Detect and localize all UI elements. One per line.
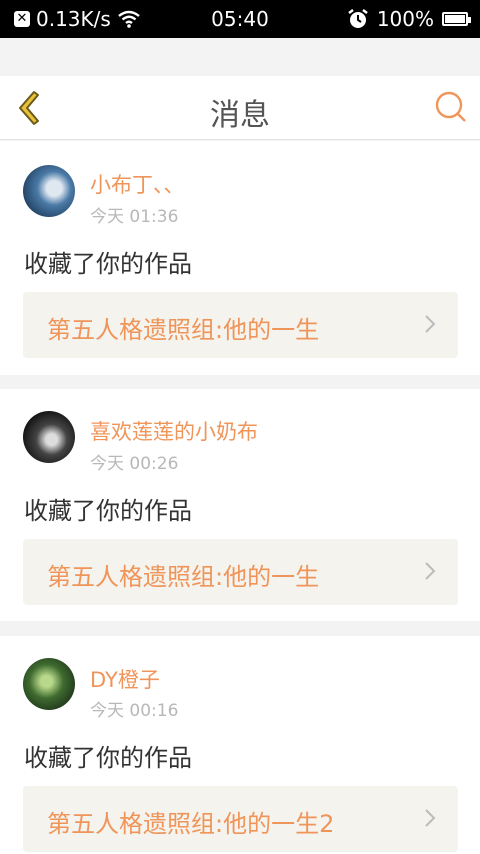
user-name[interactable]: 小布丁、、 [90,169,185,199]
message-card: DY橙子 今天 00:16 收藏了你的作品 第五人格遗照组:他的一生2 [0,636,480,854]
top-spacer [0,38,480,76]
work-link[interactable]: 第五人格遗照组:他的一生 [23,539,458,605]
avatar[interactable] [23,165,75,217]
user-name[interactable]: 喜欢莲莲的小奶布 [90,416,258,446]
message-card: 小布丁、、 今天 01:36 收藏了你的作品 第五人格遗照组:他的一生 [0,141,480,375]
alarm-icon [348,9,368,28]
status-bar: ✕ 0.13K/s 05:40 100% [0,0,480,38]
avatar[interactable] [23,658,75,710]
message-time: 今天 01:36 [90,207,179,227]
search-button[interactable] [434,90,468,124]
battery-percent: 100% [376,7,434,31]
chevron-right-icon [425,315,436,333]
message-time: 今天 00:16 [90,701,179,721]
battery-fill [445,15,465,23]
work-link[interactable]: 第五人格遗照组:他的一生 [23,292,458,358]
message-action: 收藏了你的作品 [24,497,192,525]
avatar[interactable] [23,411,75,463]
work-link[interactable]: 第五人格遗照组:他的一生2 [23,786,458,852]
chevron-right-icon [425,809,436,827]
search-icon [435,91,463,119]
page-title: 消息 [210,98,270,133]
message-card: 喜欢莲莲的小奶布 今天 00:26 收藏了你的作品 第五人格遗照组:他的一生 [0,389,480,621]
message-action: 收藏了你的作品 [24,250,192,278]
work-title: 第五人格遗照组:他的一生 [47,316,320,344]
message-action: 收藏了你的作品 [24,744,192,772]
work-title: 第五人格遗照组:他的一生2 [47,810,335,838]
battery-icon [442,12,471,26]
chevron-right-icon [425,562,436,580]
message-time: 今天 00:26 [90,454,179,474]
nav-bar: 消息 [0,76,480,140]
work-title: 第五人格遗照组:他的一生 [47,563,320,591]
user-name[interactable]: DY橙子 [90,664,160,694]
status-right: 100% [347,7,471,31]
